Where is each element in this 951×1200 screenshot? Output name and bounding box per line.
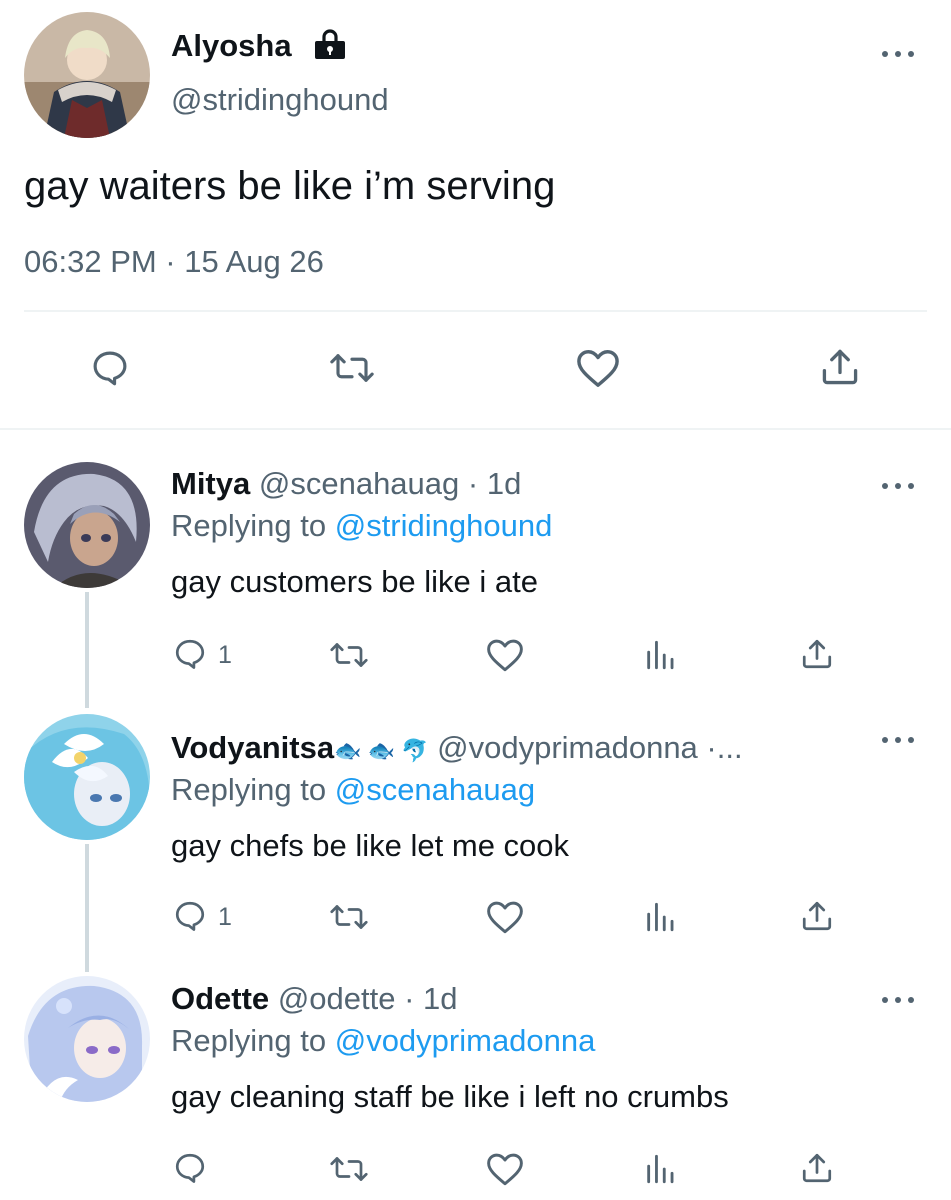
display-name[interactable]: Mitya <box>171 466 250 501</box>
reply-icon[interactable] <box>172 636 208 672</box>
replying-to-link[interactable]: @stridinghound <box>335 508 553 543</box>
reply-header: Vodyanitsa🐟 🐟 🐬 @vodyprimadonna ·... <box>171 730 743 769</box>
replying-to-link[interactable]: @scenahauag <box>335 772 535 807</box>
reply-icon[interactable] <box>172 1150 208 1186</box>
lock-icon <box>313 28 347 60</box>
share-icon[interactable] <box>799 898 835 934</box>
like-icon[interactable] <box>485 637 525 673</box>
handle[interactable]: @stridinghound <box>171 82 389 118</box>
avatar-mitya[interactable] <box>24 462 150 588</box>
retweet-icon[interactable] <box>329 347 375 389</box>
analytics-icon[interactable] <box>643 1153 677 1185</box>
reply-count: 1 <box>218 903 232 931</box>
reply-text: gay cleaning staff be like i left no cru… <box>171 1079 729 1114</box>
display-name[interactable]: Alyosha <box>171 28 292 64</box>
reply-time: · 1d <box>459 466 522 501</box>
avatar-odette[interactable] <box>24 976 150 1102</box>
divider <box>24 310 927 312</box>
like-icon[interactable] <box>485 899 525 935</box>
replying-to: Replying to @scenahauag <box>171 772 535 808</box>
tweet-text: gay waiters be like i’m serving <box>24 164 556 208</box>
replying-to-label: Replying to <box>171 1023 335 1058</box>
reply-icon[interactable] <box>172 898 208 934</box>
avatar-vodyanitsa[interactable] <box>24 714 150 840</box>
replying-to: Replying to @vodyprimadonna <box>171 1023 595 1059</box>
like-icon[interactable] <box>575 347 621 389</box>
retweet-icon[interactable] <box>329 899 369 935</box>
avatar-alyosha[interactable] <box>24 12 150 138</box>
timestamp[interactable]: 06:32 PM · 15 Aug 26 <box>24 244 324 280</box>
thread-line <box>85 592 89 708</box>
replying-to-link[interactable]: @vodyprimadonna <box>335 1023 596 1058</box>
fish-emoji-icons: 🐟 🐟 🐬 <box>334 738 429 763</box>
divider <box>0 428 951 430</box>
reply-text: gay customers be like i ate <box>171 564 539 599</box>
handle[interactable]: @vodyprimadonna ·... <box>437 730 742 765</box>
reply-icon[interactable] <box>89 347 131 389</box>
display-name[interactable]: Odette <box>171 981 269 1016</box>
reply-count: 1 <box>218 641 232 669</box>
thread-line <box>85 844 89 972</box>
display-name[interactable]: Vodyanitsa <box>171 730 334 765</box>
share-icon[interactable] <box>799 636 835 672</box>
handle[interactable]: @scenahauag <box>259 466 459 501</box>
replying-to: Replying to @stridinghound <box>171 508 552 544</box>
more-options-icon[interactable] <box>882 481 914 491</box>
reply-text: gay chefs be like let me cook <box>171 828 570 863</box>
handle[interactable]: @odette <box>278 981 396 1016</box>
reply-header: Mitya @scenahauag · 1d <box>171 466 521 502</box>
reply-time: · 1d <box>395 981 458 1016</box>
analytics-icon[interactable] <box>643 639 677 671</box>
retweet-icon[interactable] <box>329 1151 369 1187</box>
like-icon[interactable] <box>485 1151 525 1187</box>
more-options-icon[interactable] <box>882 735 914 745</box>
replying-to-label: Replying to <box>171 508 335 543</box>
reply-header: Odette @odette · 1d <box>171 981 458 1017</box>
retweet-icon[interactable] <box>329 637 369 673</box>
share-icon[interactable] <box>818 345 862 389</box>
share-icon[interactable] <box>799 1150 835 1186</box>
more-options-icon[interactable] <box>882 995 914 1005</box>
analytics-icon[interactable] <box>643 901 677 933</box>
more-options-icon[interactable] <box>882 49 914 59</box>
replying-to-label: Replying to <box>171 772 335 807</box>
